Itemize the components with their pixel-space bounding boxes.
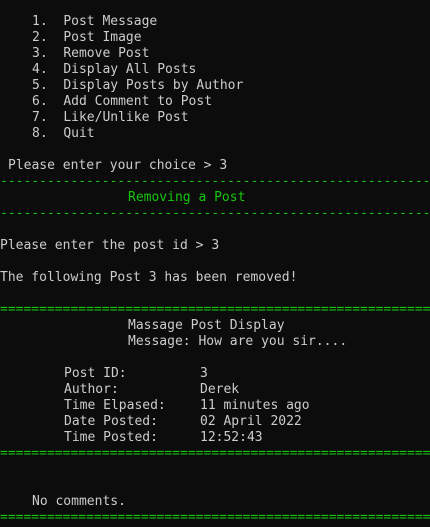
field-label-post-id: Post ID: xyxy=(64,366,127,381)
removal-result: The following Post 3 has been removed! xyxy=(0,270,298,285)
menu-item-label: Display All Posts xyxy=(63,62,197,77)
menu-item-6: 6. Add Comment to Post xyxy=(32,94,212,110)
menu-item-number: 5. xyxy=(32,78,48,93)
choice-prompt: Please enter your choice > 3 xyxy=(8,158,228,173)
field-value-time-posted: 12:52:43 xyxy=(200,430,263,445)
equals-separator: ========================================… xyxy=(0,510,430,525)
field-value-post-id: 3 xyxy=(200,366,208,381)
equals-separator: ========================================… xyxy=(0,446,430,461)
menu-item-label: Add Comment to Post xyxy=(63,94,213,109)
menu-item-label: Post Image xyxy=(63,30,142,45)
menu-item-number: 3. xyxy=(32,46,48,61)
menu-item-label: Post Message xyxy=(63,14,158,29)
menu-item-label: Remove Post xyxy=(63,46,150,61)
menu-item-number: 8. xyxy=(32,126,48,141)
menu-item-4: 4. Display All Posts xyxy=(32,62,196,78)
message-label: Message: xyxy=(128,334,191,349)
post-display-header: Massage Post Display xyxy=(128,318,285,333)
menu-item-7: 7. Like/Unlike Post xyxy=(32,110,189,126)
menu-item-8: 8. Quit xyxy=(32,126,95,142)
menu-item-5: 5. Display Posts by Author xyxy=(32,78,243,94)
menu-item-number: 2. xyxy=(32,30,48,45)
menu-item-label: Quit xyxy=(63,126,95,141)
post-id-prompt: Please enter the post id > 3 xyxy=(0,238,220,253)
field-label-author: Author: xyxy=(64,382,119,397)
field-value-author: Derek xyxy=(200,382,240,397)
menu-item-number: 7. xyxy=(32,110,48,125)
dash-separator: ----------------------------------------… xyxy=(0,206,430,221)
menu-item-number: 6. xyxy=(32,94,48,109)
field-value-time-elapsed: 11 minutes ago xyxy=(200,398,310,413)
menu-item-label: Display Posts by Author xyxy=(63,78,244,93)
post-message: Message: How are you sir.... xyxy=(128,334,347,350)
menu-item-2: 2. Post Image xyxy=(32,30,142,46)
field-label-date-posted: Date Posted: xyxy=(64,414,158,429)
menu-item-1: 1. Post Message xyxy=(32,14,157,30)
comments-text: No comments. xyxy=(32,494,126,509)
message-value: How are you sir.... xyxy=(198,334,348,349)
menu-item-number: 4. xyxy=(32,62,48,77)
field-value-date-posted: 02 April 2022 xyxy=(200,414,302,429)
equals-separator: ========================================… xyxy=(0,302,430,317)
field-label-time-posted: Time Posted: xyxy=(64,430,158,445)
menu-item-3: 3. Remove Post xyxy=(32,46,149,62)
field-label-time-elapsed: Time Elpased: xyxy=(64,398,166,413)
menu-item-number: 1. xyxy=(32,14,48,29)
section-title: Removing a Post xyxy=(128,190,246,205)
dash-separator: ----------------------------------------… xyxy=(0,174,430,189)
menu-item-label: Like/Unlike Post xyxy=(63,110,189,125)
terminal-window: 1. Post Message 2. Post Image 3. Remove … xyxy=(0,0,430,527)
